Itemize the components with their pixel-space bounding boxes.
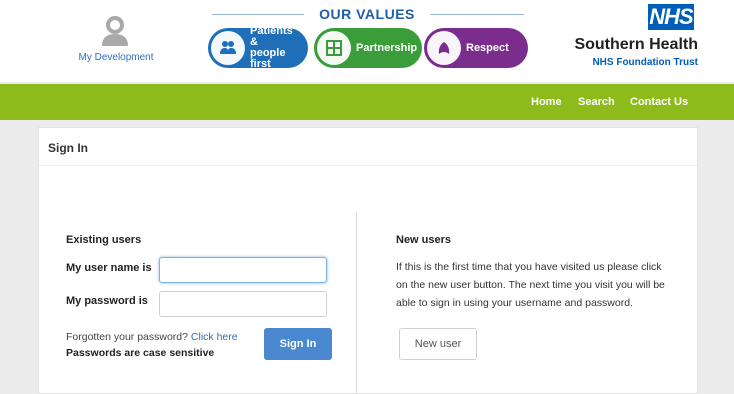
signin-title: Sign In xyxy=(48,141,88,155)
my-development-link[interactable]: My Development xyxy=(60,52,172,63)
forgot-password-row: Forgotten your password? Click here xyxy=(66,331,238,343)
new-user-button[interactable]: New user xyxy=(399,328,477,360)
column-divider xyxy=(356,212,357,394)
value-label: Respect xyxy=(466,41,509,54)
signin-button[interactable]: Sign In xyxy=(264,328,332,360)
new-users-heading: New users xyxy=(396,234,452,246)
value-label-line2: people first xyxy=(250,47,286,70)
password-input[interactable] xyxy=(159,291,327,317)
our-values-banner: OUR VALUES Patients & people first Partn… xyxy=(208,4,528,74)
nav-contact-us[interactable]: Contact Us xyxy=(630,96,688,108)
user-avatar-icon[interactable] xyxy=(100,14,130,46)
value-respect: Respect xyxy=(424,28,528,68)
password-label: My password is xyxy=(66,295,148,307)
new-users-text: If this is the first time that you have … xyxy=(396,261,665,309)
nhs-logo[interactable]: NHS xyxy=(648,4,694,30)
value-patients-people-first: Patients & people first xyxy=(208,26,308,70)
existing-users-heading: Existing users xyxy=(66,234,142,246)
value-label: Patients & people first xyxy=(245,26,308,70)
org-subtitle: NHS Foundation Trust xyxy=(592,57,698,68)
forgot-password-text: Forgotten your password? xyxy=(66,331,188,343)
signin-panel-header: Sign In xyxy=(39,128,697,166)
values-divider-left xyxy=(212,14,304,15)
values-divider-right xyxy=(430,14,524,15)
puzzle-icon xyxy=(317,31,351,65)
people-icon xyxy=(211,31,245,65)
value-partnership: Partnership xyxy=(314,28,422,68)
value-label: Partnership xyxy=(356,41,418,54)
value-label-line1: Patients & xyxy=(250,25,293,48)
our-values-title: OUR VALUES xyxy=(319,6,415,22)
forgot-password-link[interactable]: Click here xyxy=(191,331,238,343)
org-name: Southern Health xyxy=(574,36,698,53)
nav-home[interactable]: Home xyxy=(531,96,562,108)
username-label: My user name is xyxy=(66,262,152,274)
case-sensitive-note: Passwords are case sensitive xyxy=(66,347,215,359)
main-nav: Home Search Contact Us xyxy=(0,84,734,120)
respect-icon xyxy=(427,31,461,65)
username-input[interactable] xyxy=(159,257,327,283)
site-header: My Development OUR VALUES Patients & peo… xyxy=(0,0,734,82)
signin-panel: Sign In Existing users My user name is M… xyxy=(38,127,698,394)
nav-search[interactable]: Search xyxy=(578,96,615,108)
